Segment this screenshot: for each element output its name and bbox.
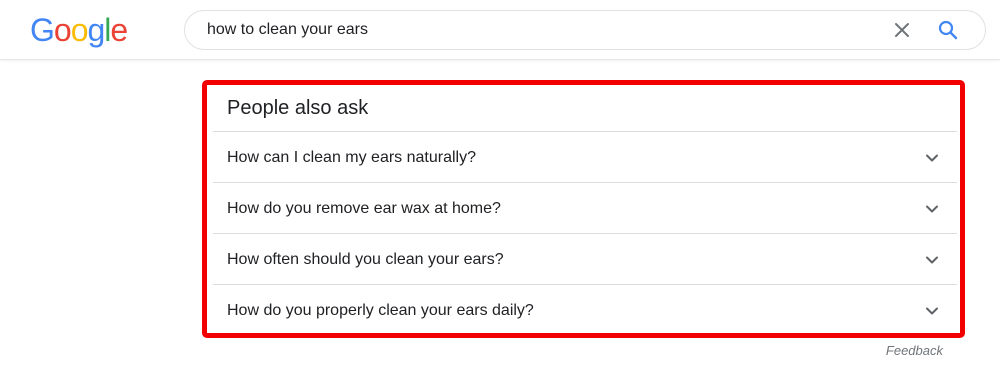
question-text: How often should you clean your ears?	[227, 251, 504, 268]
logo-letter: e	[110, 12, 128, 48]
search-results-page: Google People also ask How can I clean m…	[0, 0, 1000, 380]
clear-search-button[interactable]	[892, 20, 912, 40]
question-row[interactable]: How can I clean my ears naturally?	[213, 132, 957, 183]
search-button[interactable]	[937, 19, 959, 41]
question-row[interactable]: How do you properly clean your ears dail…	[213, 285, 957, 336]
search-box	[184, 10, 986, 50]
logo-letter: o	[70, 12, 89, 48]
question-text: How do you remove ear wax at home?	[227, 200, 501, 217]
chevron-down-icon	[926, 205, 938, 213]
question-row[interactable]: How do you remove ear wax at home?	[213, 183, 957, 234]
chevron-down-icon	[926, 154, 938, 162]
question-text: How do you properly clean your ears dail…	[227, 302, 534, 319]
chevron-down-icon	[926, 256, 938, 264]
header: Google	[0, 0, 1000, 60]
logo-letter: g	[87, 12, 105, 48]
question-row[interactable]: How often should you clean your ears?	[213, 234, 957, 285]
search-icon	[938, 20, 958, 40]
people-also-ask: People also ask How can I clean my ears …	[213, 86, 957, 336]
chevron-down-icon	[926, 307, 938, 315]
search-input[interactable]	[207, 11, 847, 49]
logo-letter: o	[53, 12, 72, 48]
feedback-link[interactable]: Feedback	[886, 343, 943, 358]
question-text: How can I clean my ears naturally?	[227, 149, 476, 166]
google-logo[interactable]: Google	[30, 10, 128, 50]
people-also-ask-title: People also ask	[213, 86, 957, 132]
close-icon	[895, 23, 909, 37]
logo-letter: G	[30, 12, 55, 48]
